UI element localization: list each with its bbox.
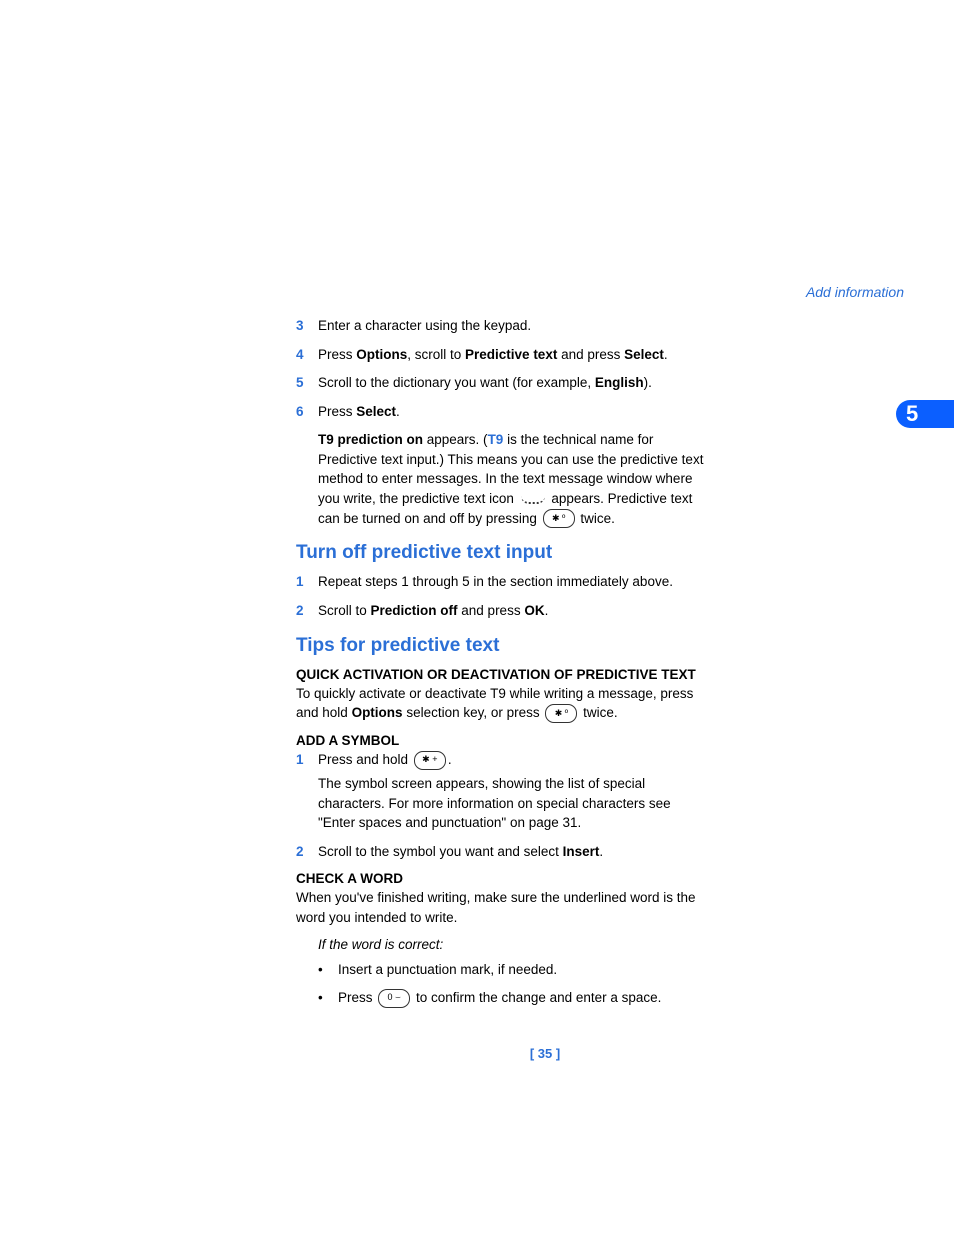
step-number: 4: [296, 345, 310, 365]
t9-explanation: T9 prediction on appears. (T9 is the tec…: [318, 430, 704, 528]
check-word-para: When you've finished writing, make sure …: [296, 888, 696, 927]
t9-link[interactable]: T9: [488, 432, 504, 447]
if-correct-label: If the word is correct:: [318, 937, 794, 952]
bullet-dot: •: [318, 988, 328, 1008]
subheading-check-word: CHECK A WORD: [296, 871, 794, 886]
step-text: Press Options, scroll to Predictive text…: [318, 345, 794, 365]
zero-key-icon: 0 ⌣: [378, 989, 410, 1008]
quick-activation-para: To quickly activate or deactivate T9 whi…: [296, 684, 696, 724]
step-number: 3: [296, 316, 310, 336]
step-number: 6: [296, 402, 310, 422]
heading-turn-off: Turn off predictive text input: [296, 542, 794, 564]
list-item: 6 Press Select.: [296, 402, 794, 422]
step-number: 2: [296, 601, 310, 621]
step-text: Repeat steps 1 through 5 in the section …: [318, 572, 794, 592]
step-number: 1: [296, 572, 310, 592]
list-item: 1 Repeat steps 1 through 5 in the section…: [296, 572, 794, 592]
list-item: 3 Enter a character using the keypad.: [296, 316, 794, 336]
symbol-screen-note: The symbol screen appears, showing the l…: [318, 774, 688, 833]
manual-page: Add information 5 3 Enter a character usi…: [0, 0, 954, 1061]
chapter-badge: 5: [896, 400, 954, 428]
subheading-quick-activation: QUICK ACTIVATION OR DEACTIVATION OF PRED…: [296, 667, 794, 682]
list-item: 2 Scroll to the symbol you want and sele…: [296, 842, 794, 862]
bullet-dot: •: [318, 960, 328, 980]
page-number: [ 35 ]: [296, 1046, 794, 1061]
step-number: 2: [296, 842, 310, 862]
list-item: 5 Scroll to the dictionary you want (for …: [296, 373, 794, 393]
heading-tips: Tips for predictive text: [296, 635, 794, 657]
t9-prediction-on: T9 prediction on: [318, 432, 423, 447]
steps-list-off: 1 Repeat steps 1 through 5 in the section…: [296, 572, 794, 620]
step-text: Enter a character using the keypad.: [318, 316, 794, 336]
step-text: Press Select.: [318, 402, 794, 422]
list-item: 4 Press Options, scroll to Predictive tex…: [296, 345, 794, 365]
bullet-item: • Insert a punctuation mark, if needed.: [318, 960, 794, 980]
predictive-text-icon: [521, 494, 545, 504]
subheading-add-symbol: ADD A SYMBOL: [296, 733, 794, 748]
star-key-icon: ✱ º: [545, 704, 577, 723]
list-item: 2 Scroll to Prediction off and press OK.: [296, 601, 794, 621]
step-number: 1: [296, 750, 310, 833]
bullet-item: • Press 0 ⌣ to confirm the change and en…: [318, 988, 794, 1008]
section-header-link[interactable]: Add information: [296, 284, 904, 300]
step-text: Scroll to the dictionary you want (for e…: [318, 373, 794, 393]
list-item: 1 Press and hold ✱ +. The symbol screen …: [296, 750, 794, 833]
step-text: Scroll to Prediction off and press OK.: [318, 601, 794, 621]
star-plus-key-icon: ✱ +: [414, 751, 446, 770]
star-key-icon: ✱ º: [543, 509, 575, 528]
steps-list-top: 3 Enter a character using the keypad. 4 Pre…: [296, 316, 794, 421]
step-number: 5: [296, 373, 310, 393]
